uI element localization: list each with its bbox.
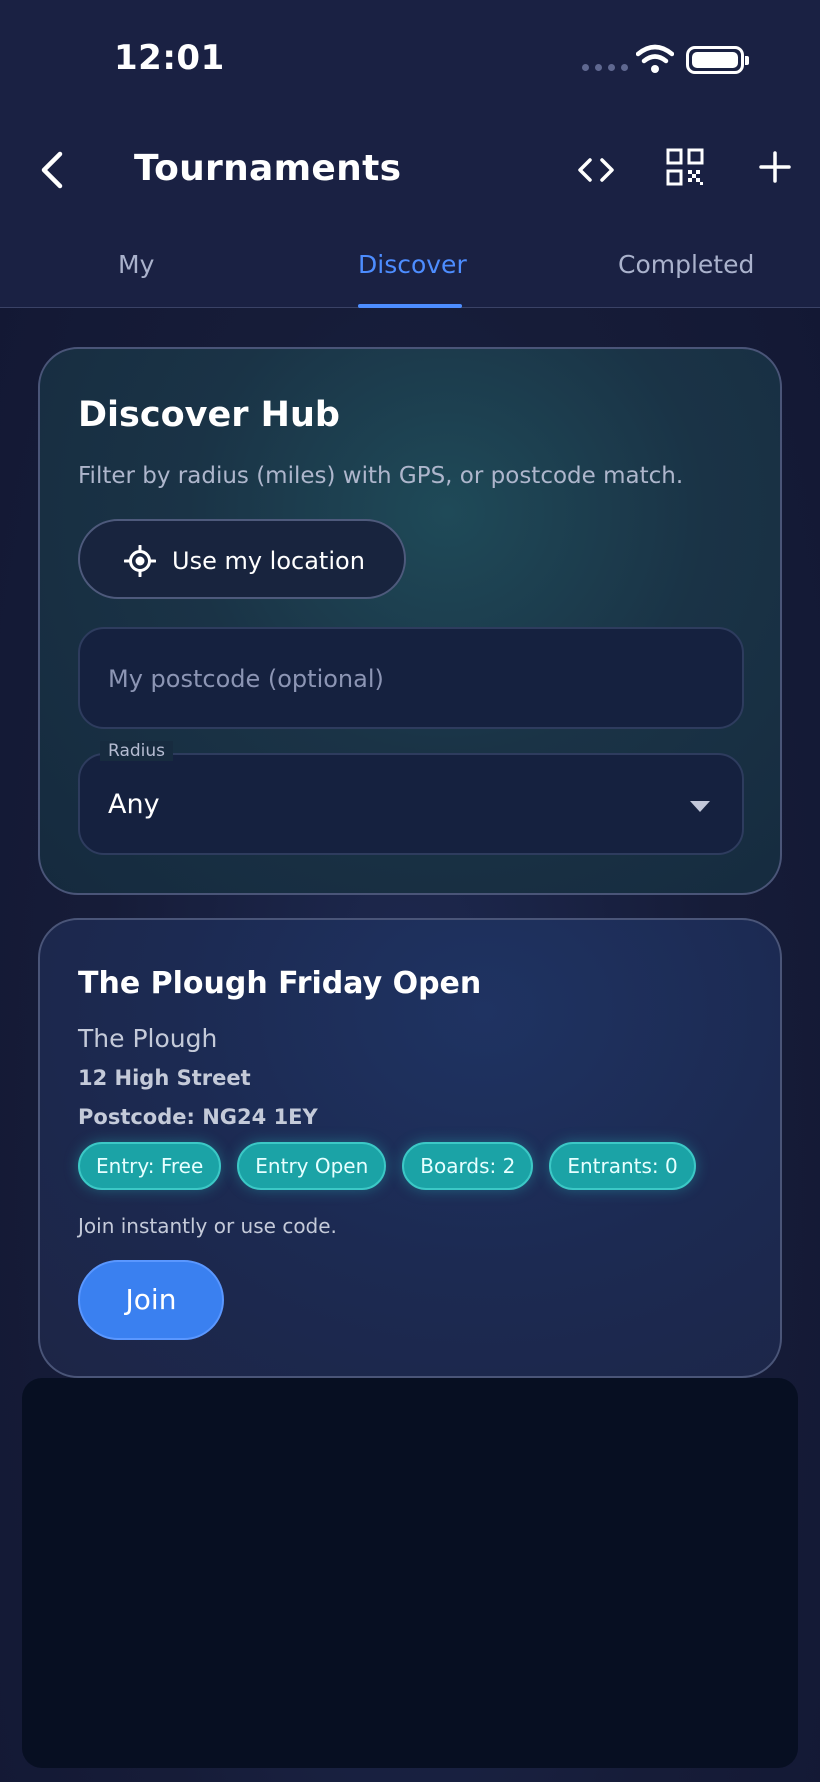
discover-hub-subtitle: Filter by radius (miles) with GPS, or po… (78, 463, 684, 489)
status-time: 12:01 (114, 38, 225, 78)
code-icon[interactable] (574, 150, 618, 190)
entry-fee-chip: Entry: Free (78, 1142, 222, 1190)
app-screen: 12:01 Tournaments My Discover Completed … (0, 0, 820, 1782)
venue-address: 12 High Street (78, 1066, 251, 1090)
entry-status-chip: Entry Open (237, 1142, 387, 1190)
tab-completed[interactable]: Completed (618, 250, 754, 279)
status-bar: 12:01 (0, 0, 820, 120)
venue-name: The Plough (78, 1024, 218, 1053)
boards-chip: Boards: 2 (402, 1142, 534, 1190)
join-hint: Join instantly or use code. (78, 1214, 337, 1238)
venue-postcode: Postcode: NG24 1EY (78, 1105, 318, 1129)
discover-hub-card: Discover Hub Filter by radius (miles) wi… (38, 347, 782, 895)
tournament-name: The Plough Friday Open (78, 966, 482, 1001)
entrants-chip: Entrants: 0 (549, 1142, 696, 1190)
qr-code-icon[interactable] (666, 148, 704, 186)
bottom-panel (22, 1378, 798, 1768)
wifi-icon (636, 44, 674, 73)
app-header: Tournaments (0, 120, 820, 220)
plus-icon[interactable] (756, 148, 794, 186)
dropdown-arrow-icon (690, 801, 710, 812)
tab-my[interactable]: My (118, 250, 154, 279)
postcode-placeholder: My postcode (optional) (108, 665, 384, 693)
tab-discover[interactable]: Discover (358, 250, 467, 279)
battery-icon (686, 46, 749, 74)
discover-hub-title: Discover Hub (78, 395, 340, 435)
back-icon[interactable] (34, 148, 70, 192)
tournament-chips: Entry: Free Entry Open Boards: 2 Entrant… (78, 1142, 696, 1190)
signal-icon (582, 64, 628, 71)
tournament-card: The Plough Friday Open The Plough 12 Hig… (38, 918, 782, 1378)
page-title: Tournaments (134, 148, 402, 189)
radius-select[interactable]: Radius Any (78, 741, 744, 855)
crosshair-icon (124, 545, 156, 577)
active-tab-indicator (358, 304, 462, 308)
postcode-input[interactable]: My postcode (optional) (78, 627, 744, 729)
radius-value: Any (108, 789, 160, 820)
use-my-location-label: Use my location (172, 547, 365, 575)
radius-label: Radius (100, 741, 174, 761)
join-button[interactable]: Join (78, 1260, 224, 1340)
tab-bar: My Discover Completed (0, 220, 820, 308)
use-my-location-button[interactable]: Use my location (78, 519, 406, 599)
